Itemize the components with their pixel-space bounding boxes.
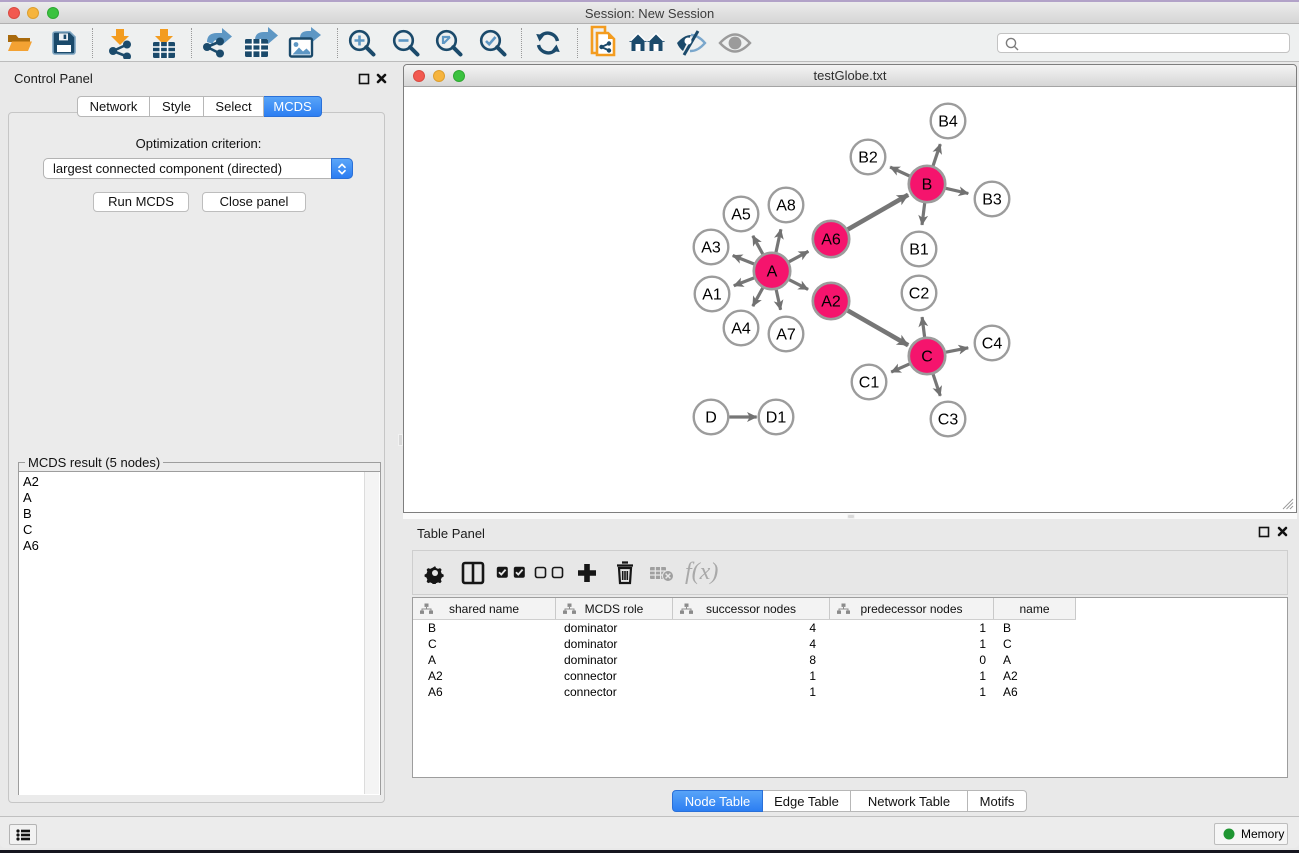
- svg-text:C: C: [921, 349, 933, 366]
- svg-text:B1: B1: [909, 242, 929, 259]
- svg-text:A7: A7: [776, 327, 796, 344]
- svg-text:A6: A6: [821, 232, 841, 249]
- svg-text:B2: B2: [858, 150, 878, 167]
- svg-text:A1: A1: [702, 287, 722, 304]
- svg-text:C1: C1: [859, 375, 880, 392]
- svg-text:A5: A5: [731, 207, 751, 224]
- svg-text:C4: C4: [982, 336, 1003, 353]
- svg-text:C3: C3: [938, 412, 959, 429]
- svg-text:C2: C2: [909, 286, 930, 303]
- svg-text:D1: D1: [766, 410, 787, 427]
- svg-text:B4: B4: [938, 114, 958, 131]
- svg-text:A8: A8: [776, 198, 796, 215]
- svg-text:A3: A3: [701, 240, 721, 257]
- svg-text:A4: A4: [731, 321, 751, 338]
- svg-text:B: B: [922, 177, 933, 194]
- svg-text:A: A: [767, 264, 778, 281]
- svg-text:D: D: [705, 410, 717, 427]
- svg-text:B3: B3: [982, 192, 1002, 209]
- svg-text:A2: A2: [821, 294, 841, 311]
